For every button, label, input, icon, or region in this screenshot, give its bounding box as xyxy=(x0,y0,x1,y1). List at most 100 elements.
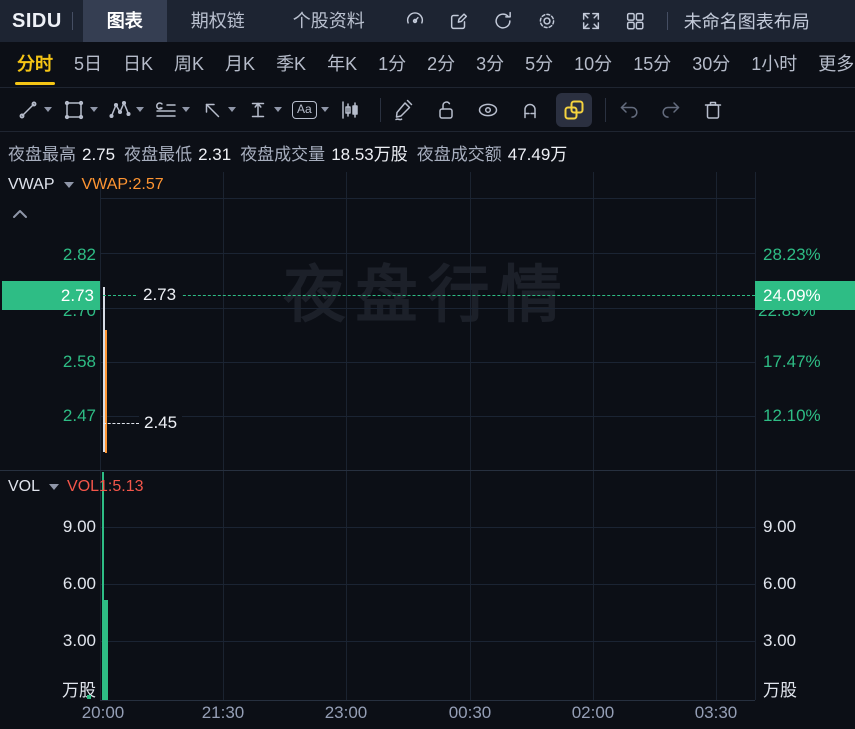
active-underline xyxy=(15,81,55,85)
chevron-down-icon xyxy=(90,107,98,112)
chart-area[interactable]: 夜盘行情 VWAP VWAP:2.57 2.73 2.45 2.82 2.70 … xyxy=(0,172,855,729)
top-bar: SIDU 图表 期权链 个股资料 未命名图表布局 xyxy=(0,0,855,42)
gridline xyxy=(100,172,101,700)
x-axis-tick: 03:30 xyxy=(694,703,738,722)
symbol-title: SIDU xyxy=(12,9,62,32)
refresh-icon[interactable] xyxy=(485,3,521,39)
eye-icon xyxy=(478,103,497,116)
tab-stock-info[interactable]: 个股资料 xyxy=(269,0,389,42)
arrow-icon xyxy=(205,103,220,117)
link-charts-tool[interactable] xyxy=(555,92,592,127)
timeframe-10m[interactable]: 10分 xyxy=(569,42,617,88)
gridline xyxy=(100,416,755,417)
chevron-down-icon xyxy=(228,107,236,112)
vol-axis-unit: 万股 xyxy=(763,681,797,700)
undo-icon xyxy=(620,101,638,118)
drawing-toolbar: Aa xyxy=(0,88,855,132)
redo-button[interactable] xyxy=(657,94,685,126)
vol-axis-label: 3.00 xyxy=(62,631,96,650)
gauge-icon[interactable] xyxy=(397,3,433,39)
current-price-dashline xyxy=(103,295,755,296)
collapse-pane-button[interactable] xyxy=(12,206,28,224)
price-axis-label: 2.47 xyxy=(62,406,96,425)
timeframe-1h[interactable]: 1小时 xyxy=(746,42,802,88)
gridline xyxy=(100,308,755,309)
brush-tool[interactable] xyxy=(390,94,418,126)
timeframe-yearly[interactable]: 年K xyxy=(322,42,362,88)
chevron-down-icon xyxy=(44,107,52,112)
price-axis-label: 2.82 xyxy=(62,245,96,264)
trendline-tool[interactable] xyxy=(14,94,54,126)
timeframe-1m[interactable]: 1分 xyxy=(373,42,411,88)
magnet-tool[interactable] xyxy=(516,94,544,126)
timeframe-5m[interactable]: 5分 xyxy=(520,42,558,88)
trading-app-window: SIDU 图表 期权链 个股资料 未命名图表布局 分时 5日 日K 周K 月K xyxy=(0,0,855,729)
gridline xyxy=(100,362,755,363)
timeframe-daily[interactable]: 日K xyxy=(118,42,158,88)
layout-grid-icon[interactable] xyxy=(617,3,653,39)
gann-lines-tool[interactable] xyxy=(152,94,192,126)
timeframe-2m[interactable]: 2分 xyxy=(422,42,460,88)
timeframe-30m[interactable]: 30分 xyxy=(687,42,735,88)
timeframe-quarterly[interactable]: 季K xyxy=(271,42,311,88)
gridline xyxy=(100,198,755,199)
layout-name[interactable]: 未命名图表布局 xyxy=(684,8,810,34)
x-axis-tick: 02:00 xyxy=(571,703,615,722)
timeframe-more-dropdown[interactable]: 更多 xyxy=(813,42,855,88)
timeframe-15m[interactable]: 15分 xyxy=(628,42,676,88)
timeframe-weekly[interactable]: 周K xyxy=(169,42,209,88)
vol-axis-label: 9.00 xyxy=(62,517,96,536)
link-icon xyxy=(564,100,584,119)
divider xyxy=(71,12,73,30)
gridline xyxy=(100,527,755,528)
divider xyxy=(604,97,606,122)
timeframe-bar: 分时 5日 日K 周K 月K 季K 年K 1分 2分 3分 5分 10分 15分… xyxy=(0,42,855,88)
vwap-value: VWAP:2.57 xyxy=(81,176,164,193)
current-pct-tag: 24.09% xyxy=(755,281,855,310)
delete-drawings-button[interactable] xyxy=(699,94,727,126)
edit-icon[interactable] xyxy=(441,3,477,39)
brush-icon xyxy=(394,99,412,120)
gridline xyxy=(716,172,717,700)
pane-divider[interactable] xyxy=(0,470,855,471)
gridline xyxy=(470,172,471,700)
redo-icon xyxy=(662,101,679,118)
vol-axis-label: 9.00 xyxy=(763,517,797,536)
shape-tool[interactable] xyxy=(60,94,100,126)
arrow-tool[interactable] xyxy=(198,94,238,126)
lock-tool[interactable] xyxy=(432,94,460,126)
candle-pattern-tool[interactable] xyxy=(337,94,365,126)
gridline xyxy=(100,253,755,254)
tab-chart[interactable]: 图表 xyxy=(82,0,167,42)
chevron-up-icon xyxy=(13,210,27,218)
visibility-tool[interactable] xyxy=(474,94,502,126)
stat-low: 夜盘最低 2.31 xyxy=(124,144,232,164)
level-dashline xyxy=(103,423,139,424)
undo-button[interactable] xyxy=(615,94,643,126)
stat-high: 夜盘最高 2.75 xyxy=(8,144,116,164)
text-icon: Aa xyxy=(292,100,317,119)
current-price-line-label: 2.73 xyxy=(138,284,182,306)
timeframe-fenshi[interactable]: 分时 xyxy=(12,42,58,88)
chevron-down-icon xyxy=(136,107,144,112)
settings-icon[interactable] xyxy=(529,3,565,39)
x-axis-tick: 21:30 xyxy=(201,703,245,722)
vwap-label: VWAP xyxy=(8,176,55,193)
x-axis-line xyxy=(100,700,755,701)
x-axis-tick: 20:00 xyxy=(81,703,125,722)
pct-axis-label: 12.10% xyxy=(763,406,821,425)
timeframe-3m[interactable]: 3分 xyxy=(471,42,509,88)
chevron-down-icon xyxy=(49,484,60,490)
timeframe-monthly[interactable]: 月K xyxy=(220,42,260,88)
stat-turnover: 夜盘成交额 47.49万 xyxy=(416,144,568,164)
chevron-down-icon xyxy=(274,107,282,112)
vwap-indicator-row[interactable]: VWAP VWAP:2.57 xyxy=(8,176,164,194)
fullscreen-icon[interactable] xyxy=(573,3,609,39)
vol-indicator-row[interactable]: VOL VOL1:5.13 xyxy=(8,478,144,496)
text-tool[interactable]: Aa xyxy=(290,97,331,123)
wave-tool[interactable] xyxy=(106,94,146,126)
timeframe-5d[interactable]: 5日 xyxy=(69,42,107,88)
tab-option-chain[interactable]: 期权链 xyxy=(167,0,269,42)
vol-value: VOL1:5.13 xyxy=(67,478,144,495)
measure-tool[interactable] xyxy=(244,94,284,126)
